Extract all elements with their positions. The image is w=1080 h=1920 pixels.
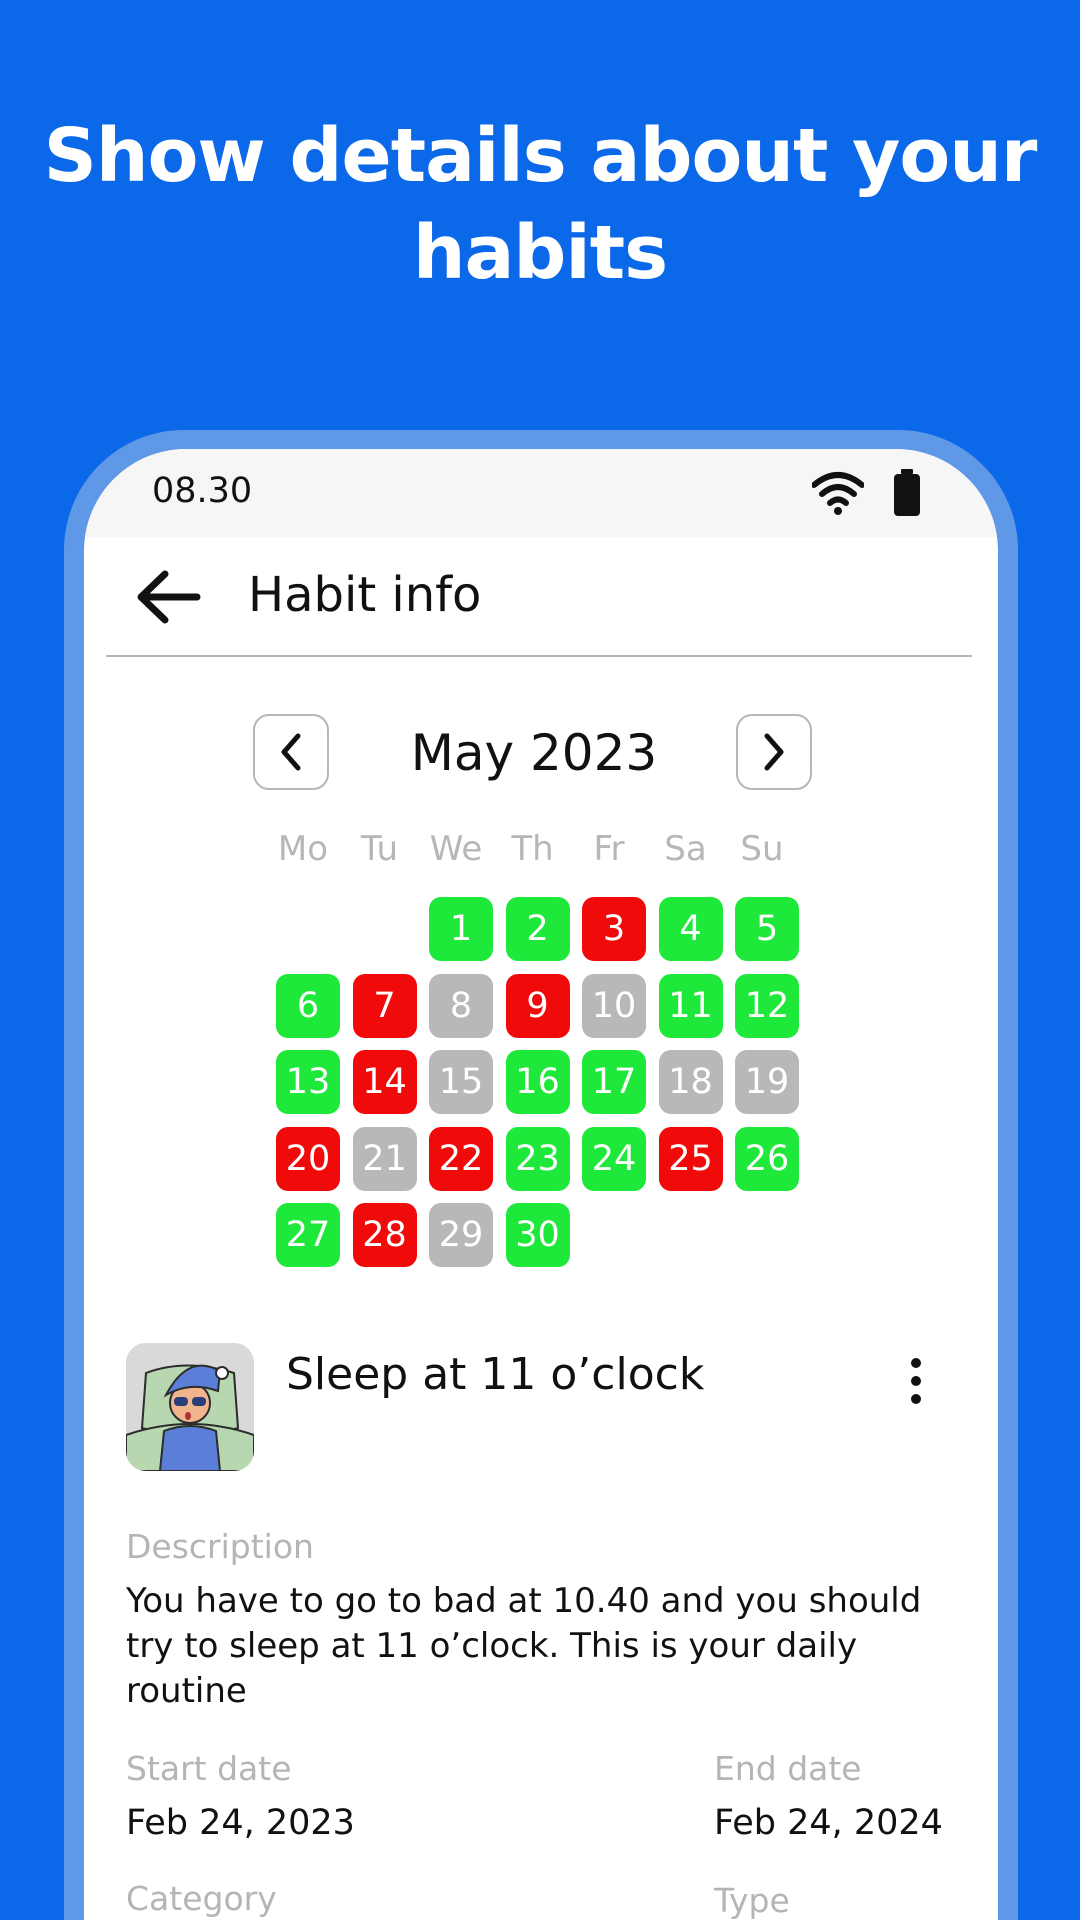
calendar-day-missed[interactable]: 9 — [505, 973, 570, 1038]
calendar-day-missed[interactable]: 22 — [429, 1126, 493, 1191]
calendar-day-missed[interactable]: 20 — [276, 1126, 340, 1191]
category-label: Category — [126, 1879, 277, 1918]
headline-line-2: habits — [412, 210, 668, 296]
calendar-day-skipped[interactable]: 10 — [582, 973, 646, 1038]
calendar-day-done[interactable]: 27 — [276, 1203, 340, 1267]
headline-line-1: Show details about your — [43, 113, 1038, 199]
calendar-day-done[interactable]: 30 — [505, 1203, 570, 1267]
calendar-day-done[interactable]: 6 — [276, 973, 340, 1038]
calendar-day-missed[interactable]: 25 — [658, 1126, 723, 1191]
more-options-button[interactable] — [894, 1349, 938, 1413]
calendar-day-done[interactable]: 17 — [582, 1050, 646, 1114]
phone-screen: 08.30 Habit info May 2023 Mo Tu We Th Fr… — [84, 449, 998, 1920]
calendar-day-done[interactable]: 23 — [505, 1126, 570, 1191]
more-vertical-icon — [911, 1358, 921, 1404]
calendar-day-skipped[interactable]: 21 — [352, 1126, 417, 1191]
calendar-day-missed[interactable]: 14 — [352, 1050, 417, 1114]
calendar-day-missed[interactable]: 3 — [582, 897, 646, 961]
calendar-day-done[interactable]: 26 — [735, 1126, 799, 1191]
promo-headline: Show details about your habits — [0, 108, 1080, 302]
calendar-day-done[interactable]: 5 — [735, 897, 799, 961]
calendar-day-skipped[interactable]: 19 — [735, 1050, 799, 1114]
end-date-label: End date — [714, 1749, 862, 1788]
habit-name: Sleep at 11 o’clock — [286, 1349, 705, 1400]
calendar-day-missed[interactable]: 28 — [352, 1203, 417, 1267]
calendar-day-skipped[interactable]: 18 — [658, 1050, 723, 1114]
calendar-day-skipped[interactable]: 8 — [429, 973, 493, 1038]
description-label: Description — [126, 1527, 314, 1566]
calendar-day-skipped[interactable]: 15 — [429, 1050, 493, 1114]
calendar-day-done[interactable]: 12 — [735, 973, 799, 1038]
start-date-label: Start date — [126, 1749, 292, 1788]
calendar-day-missed[interactable]: 7 — [352, 973, 417, 1038]
calendar-day-skipped[interactable]: 29 — [429, 1203, 493, 1267]
calendar-day-done[interactable]: 13 — [276, 1050, 340, 1114]
calendar-day-done[interactable]: 16 — [505, 1050, 570, 1114]
description-text: You have to go to bad at 10.40 and you s… — [126, 1581, 922, 1711]
calendar-day-done[interactable]: 11 — [658, 973, 723, 1038]
type-label: Type — [714, 1881, 790, 1920]
calendar-day-done[interactable]: 1 — [429, 897, 493, 961]
calendar-day-done[interactable]: 4 — [658, 897, 723, 961]
end-date-value: Feb 24, 2024 — [714, 1803, 943, 1843]
start-date-value: Feb 24, 2023 — [126, 1803, 355, 1843]
sleeping-person-icon — [126, 1343, 254, 1471]
calendar-days: 1 2 3 4 5 6 7 8 9 10 11 12 13 14 15 16 17 18 19 20 21 22 23 24 2… — [84, 449, 998, 1349]
calendar-day-done[interactable]: 2 — [505, 897, 570, 961]
calendar-day-done[interactable]: 24 — [582, 1126, 646, 1191]
